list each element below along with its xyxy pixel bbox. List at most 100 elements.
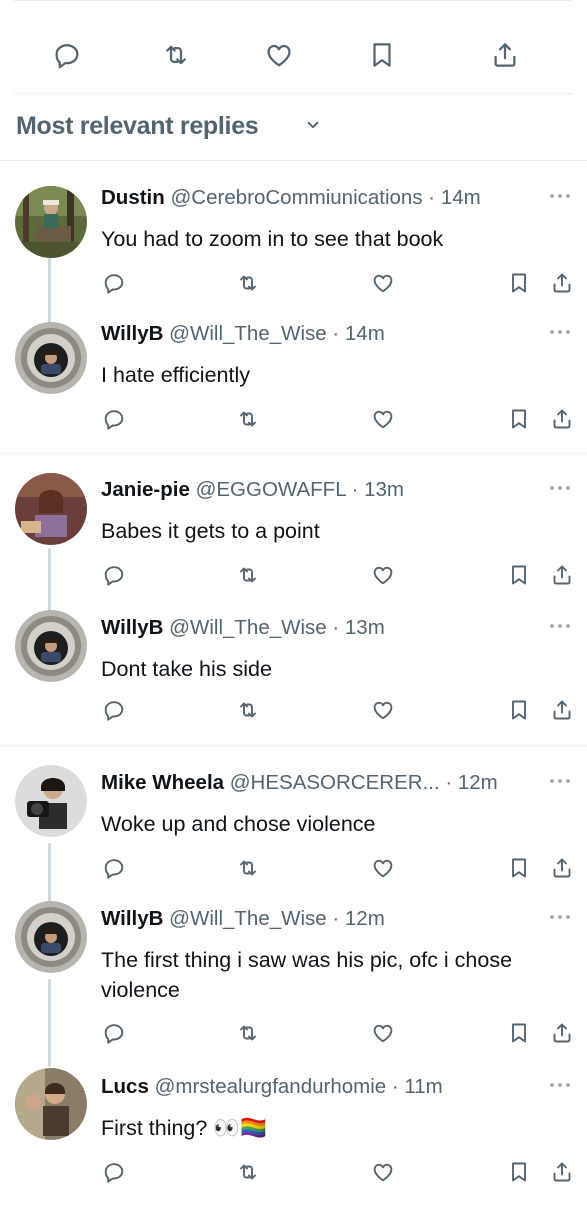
more-options-icon[interactable] (549, 192, 571, 200)
reply-header: WillyB @Will_The_Wise · 14m (101, 322, 385, 346)
timestamp[interactable]: 13m (345, 616, 385, 639)
like-icon[interactable] (369, 1019, 397, 1047)
reply-item[interactable]: WillyB @Will_The_Wise · 12m The first thi… (0, 901, 587, 1067)
avatar[interactable] (15, 186, 87, 258)
reply-action-bar (0, 405, 587, 435)
bookmark-icon[interactable] (505, 1019, 533, 1047)
user-handle[interactable]: @HESASORCERER... (230, 771, 440, 794)
retweet-icon[interactable] (158, 37, 194, 73)
reply-action-bar (0, 696, 587, 726)
retweet-icon[interactable] (234, 696, 262, 724)
reply-icon[interactable] (100, 1158, 128, 1186)
retweet-icon[interactable] (234, 854, 262, 882)
display-name[interactable]: WillyB (101, 616, 163, 639)
avatar[interactable] (15, 610, 87, 682)
bookmark-icon[interactable] (505, 561, 533, 589)
user-handle[interactable]: @mrstealurgfandurhomie (155, 1075, 387, 1098)
reply-item[interactable]: Lucs @mrstealurgfandurhomie · 11m First t… (0, 1068, 587, 1211)
retweet-icon[interactable] (234, 561, 262, 589)
like-icon[interactable] (369, 696, 397, 724)
user-handle[interactable]: @Will_The_Wise (169, 616, 327, 639)
timestamp[interactable]: 13m (364, 478, 404, 501)
reply-action-bar (0, 854, 587, 884)
bookmark-icon[interactable] (505, 696, 533, 724)
timestamp[interactable]: 12m (458, 771, 498, 794)
like-icon[interactable] (369, 561, 397, 589)
more-options-icon[interactable] (549, 1081, 571, 1089)
tweet-action-bar (14, 0, 573, 94)
share-icon[interactable] (548, 696, 576, 724)
reply-header: Lucs @mrstealurgfandurhomie · 11m (101, 1075, 443, 1099)
avatar[interactable] (15, 322, 87, 394)
retweet-icon[interactable] (234, 269, 262, 297)
share-icon[interactable] (548, 561, 576, 589)
reply-icon[interactable] (100, 561, 128, 589)
reply-action-bar (0, 1019, 587, 1049)
user-handle[interactable]: @EGGOWAFFL (196, 478, 346, 501)
reply-icon[interactable] (100, 854, 128, 882)
reply-icon[interactable] (49, 37, 85, 73)
share-icon[interactable] (548, 405, 576, 433)
dot-separator: · (326, 616, 345, 639)
like-icon[interactable] (369, 269, 397, 297)
share-icon[interactable] (548, 269, 576, 297)
bookmark-icon[interactable] (505, 1158, 533, 1186)
more-options-icon[interactable] (549, 328, 571, 336)
user-handle[interactable]: @Will_The_Wise (169, 907, 327, 930)
bookmark-icon[interactable] (505, 854, 533, 882)
avatar[interactable] (15, 901, 87, 973)
user-handle[interactable]: @CerebroCommiunications (170, 186, 422, 209)
avatar[interactable] (15, 473, 87, 545)
reply-item[interactable]: Mike Wheela @HESASORCERER... · 12m Woke u… (0, 765, 587, 939)
like-icon[interactable] (369, 1158, 397, 1186)
reply-icon[interactable] (100, 696, 128, 724)
reply-text: Dont take his side (101, 657, 272, 681)
like-icon[interactable] (369, 854, 397, 882)
replies-sort-header[interactable]: Most relevant replies (0, 92, 587, 161)
more-options-icon[interactable] (549, 913, 571, 921)
retweet-icon[interactable] (234, 405, 262, 433)
reply-item[interactable]: WillyB @Will_The_Wise · 13m Dont take his… (0, 610, 587, 752)
dot-separator: · (345, 478, 365, 501)
display-name[interactable]: Lucs (101, 1075, 149, 1098)
reply-icon[interactable] (100, 405, 128, 433)
reply-header: WillyB @Will_The_Wise · 12m (101, 907, 385, 931)
share-icon[interactable] (548, 1019, 576, 1047)
display-name[interactable]: Dustin (101, 186, 165, 209)
display-name[interactable]: WillyB (101, 322, 163, 345)
share-icon[interactable] (548, 854, 576, 882)
reply-item[interactable]: Dustin @CerebroCommiunications · 14m You … (0, 186, 587, 354)
reply-icon[interactable] (100, 1019, 128, 1047)
user-handle[interactable]: @Will_The_Wise (169, 322, 327, 345)
dot-separator: · (422, 186, 441, 209)
reply-action-bar (0, 1158, 587, 1188)
bookmark-icon[interactable] (505, 269, 533, 297)
share-icon[interactable] (487, 37, 523, 73)
more-options-icon[interactable] (549, 777, 571, 785)
timestamp[interactable]: 14m (441, 186, 481, 209)
retweet-icon[interactable] (234, 1019, 262, 1047)
display-name[interactable]: Mike Wheela (101, 771, 224, 794)
dot-separator: · (326, 322, 345, 345)
like-icon[interactable] (261, 37, 297, 73)
reply-icon[interactable] (100, 269, 128, 297)
share-icon[interactable] (548, 1158, 576, 1186)
avatar[interactable] (15, 1068, 87, 1140)
reply-item[interactable]: WillyB @Will_The_Wise · 14m I hate effici… (0, 322, 587, 458)
timestamp[interactable]: 11m (404, 1075, 442, 1098)
reply-header: Janie-pie @EGGOWAFFL · 13m (101, 478, 404, 502)
bookmark-icon[interactable] (364, 37, 400, 73)
reply-header: Mike Wheela @HESASORCERER... · 12m (101, 771, 498, 795)
chevron-down-icon[interactable] (306, 118, 320, 132)
timestamp[interactable]: 14m (345, 322, 385, 345)
bookmark-icon[interactable] (505, 405, 533, 433)
display-name[interactable]: Janie-pie (101, 478, 190, 501)
like-icon[interactable] (369, 405, 397, 433)
more-options-icon[interactable] (549, 622, 571, 630)
reply-item[interactable]: Janie-pie @EGGOWAFFL · 13m Babes it gets … (0, 473, 587, 647)
avatar[interactable] (15, 765, 87, 837)
retweet-icon[interactable] (234, 1158, 262, 1186)
timestamp[interactable]: 12m (345, 907, 385, 930)
display-name[interactable]: WillyB (101, 907, 163, 930)
more-options-icon[interactable] (549, 484, 571, 492)
